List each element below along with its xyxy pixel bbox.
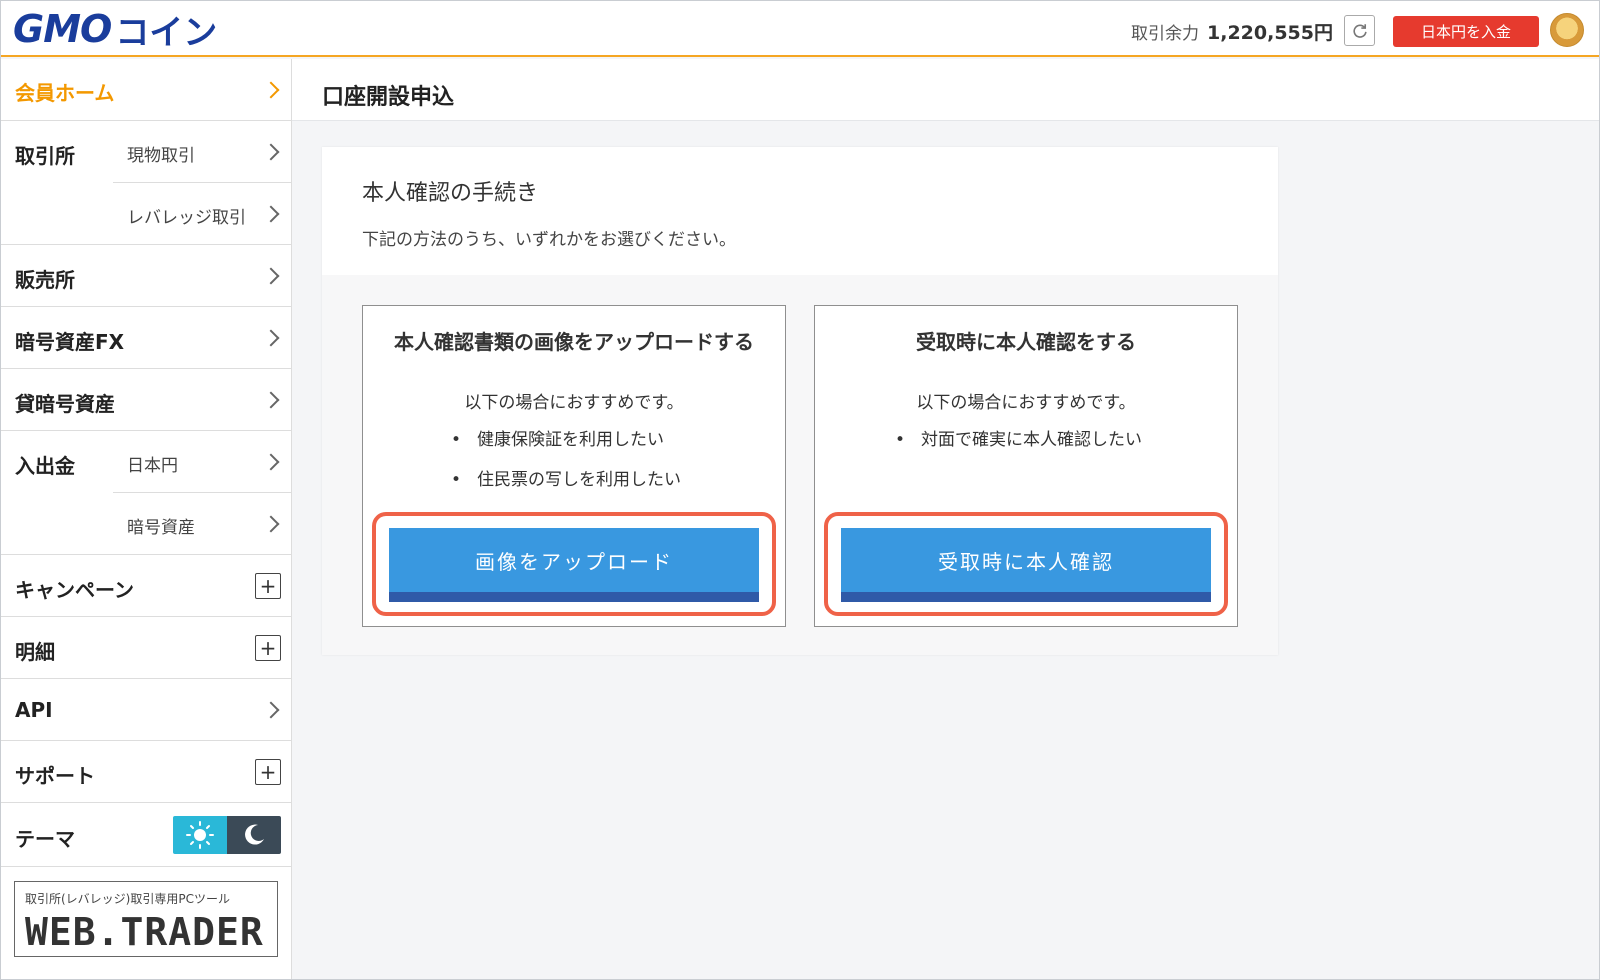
list-item: 対面で確実に本人確認したい	[895, 420, 1142, 460]
theme-toggle[interactable]	[173, 816, 281, 854]
sidebar-item-label: 会員ホーム	[15, 81, 115, 105]
main-content: 口座開設申込 本人確認の手続き 下記の方法のうち、いずれかをお選びください。 本…	[292, 59, 1599, 979]
top-header: GMO コイン 取引余力 1,220,555円 日本円を入金	[1, 1, 1599, 57]
app-window: GMO コイン 取引余力 1,220,555円 日本円を入金 会員ホーム 取引所…	[0, 0, 1600, 980]
option-title: 受取時に本人確認をする	[916, 330, 1136, 354]
balance-value: 1,220,555円	[1207, 22, 1333, 44]
dark-theme-option[interactable]	[227, 816, 281, 854]
light-theme-option[interactable]	[173, 816, 227, 854]
sidebar-item-label: テーマ	[15, 827, 75, 851]
balance-display: 取引余力 1,220,555円	[1131, 18, 1333, 45]
page-title: 口座開設申込	[322, 85, 455, 110]
list-item: 健康保険証を利用したい	[451, 420, 681, 460]
sidebar-nav: 会員ホーム 取引所 現物取引 レバレッジ取引 販売所 暗号資産FX 貸暗号資産	[1, 59, 292, 979]
list-item: 住民票の写しを利用したい	[451, 460, 681, 500]
chevron-right-icon	[262, 329, 280, 347]
sidebar-item-statement[interactable]: 明細 +	[1, 617, 291, 679]
option-bullet-list: 対面で確実に本人確認したい	[895, 420, 1142, 460]
card-header: 本人確認の手続き 下記の方法のうち、いずれかをお選びください。	[322, 147, 1278, 275]
sidebar-group-label: 入出金	[15, 454, 75, 478]
option-upload: 本人確認書類の画像をアップロードする 以下の場合におすすめです。 健康保険証を利…	[362, 305, 786, 627]
sidebar-item-jpy[interactable]: 日本円	[113, 431, 291, 493]
webtrader-banner[interactable]: 取引所(レバレッジ)取引専用PCツール WEB.TRADER	[14, 881, 278, 957]
card-options: 本人確認書類の画像をアップロードする 以下の場合におすすめです。 健康保険証を利…	[322, 275, 1278, 655]
upload-image-button[interactable]: 画像をアップロード	[389, 528, 759, 602]
expand-plus-icon[interactable]: +	[255, 635, 281, 661]
sun-icon	[186, 821, 214, 849]
expand-plus-icon[interactable]: +	[255, 759, 281, 785]
option-bullet-list: 健康保険証を利用したい 住民票の写しを利用したい	[451, 420, 681, 500]
user-avatar[interactable]	[1550, 13, 1584, 47]
sidebar-item-label: 暗号資産	[127, 518, 195, 538]
webtrader-caption: 取引所(レバレッジ)取引専用PCツール	[25, 892, 230, 906]
sidebar-item-support[interactable]: サポート +	[1, 741, 291, 803]
verify-on-receipt-button[interactable]: 受取時に本人確認	[841, 528, 1211, 602]
refresh-icon	[1352, 23, 1367, 38]
page-title-bar: 口座開設申込	[292, 59, 1599, 121]
sidebar-item-label: サポート	[15, 764, 95, 788]
sidebar-item-label: 販売所	[15, 268, 75, 292]
sidebar-item-campaign[interactable]: キャンペーン +	[1, 555, 291, 617]
sidebar-group-label: 取引所	[15, 144, 75, 168]
sidebar-group-exchange: 取引所 現物取引 レバレッジ取引	[1, 121, 291, 245]
sidebar-item-label: 明細	[15, 640, 55, 664]
deposit-jpy-button[interactable]: 日本円を入金	[1393, 16, 1539, 47]
sidebar-item-sales[interactable]: 販売所	[1, 245, 291, 307]
option-verify-on-receipt: 受取時に本人確認をする 以下の場合におすすめです。 対面で確実に本人確認したい …	[814, 305, 1238, 627]
chevron-right-icon	[262, 267, 280, 285]
sidebar-item-label: API	[15, 698, 53, 722]
option-lead: 以下の場合におすすめです。	[464, 393, 684, 413]
sidebar-item-label: 暗号資産FX	[15, 330, 125, 354]
webtrader-logo: WEB.TRADER	[25, 910, 264, 954]
sidebar-item-lending[interactable]: 貸暗号資産	[1, 369, 291, 431]
chevron-right-icon	[262, 701, 280, 719]
chevron-right-icon	[262, 205, 280, 223]
chevron-right-icon	[262, 391, 280, 409]
chevron-right-icon	[262, 143, 280, 161]
sidebar-item-spot[interactable]: 現物取引	[113, 121, 291, 183]
option-lead: 以下の場合におすすめです。	[916, 393, 1136, 413]
balance-label: 取引余力	[1131, 24, 1200, 44]
sidebar-item-label: 現物取引	[127, 146, 195, 166]
sidebar-item-leverage[interactable]: レバレッジ取引	[113, 183, 291, 245]
sidebar-group-inout: 入出金 日本円 暗号資産	[1, 431, 291, 555]
sidebar-item-label: 貸暗号資産	[15, 392, 115, 416]
sidebar-item-label: 日本円	[127, 456, 178, 476]
refresh-button[interactable]	[1344, 15, 1375, 46]
expand-plus-icon[interactable]: +	[255, 573, 281, 599]
chevron-right-icon	[262, 81, 280, 99]
identity-verification-card: 本人確認の手続き 下記の方法のうち、いずれかをお選びください。 本人確認書類の画…	[322, 147, 1278, 655]
logo-latin: GMO	[13, 7, 112, 51]
sidebar-item-theme: テーマ	[1, 803, 291, 867]
sidebar-item-api[interactable]: API	[1, 679, 291, 741]
gmo-coin-logo[interactable]: GMO コイン	[13, 7, 218, 53]
sidebar-item-label: レバレッジ取引	[127, 208, 246, 228]
option-title: 本人確認書類の画像をアップロードする	[394, 330, 754, 354]
card-description: 下記の方法のうち、いずれかをお選びください。	[362, 230, 736, 250]
chevron-right-icon	[262, 453, 280, 471]
sidebar-item-home[interactable]: 会員ホーム	[1, 59, 291, 121]
card-title: 本人確認の手続き	[362, 181, 539, 206]
chevron-right-icon	[262, 515, 280, 533]
sidebar-item-fx[interactable]: 暗号資産FX	[1, 307, 291, 369]
sidebar-item-label: キャンペーン	[15, 578, 134, 602]
logo-kana: コイン	[115, 12, 218, 53]
moon-icon	[245, 824, 264, 845]
sidebar-item-crypto[interactable]: 暗号資産	[113, 493, 291, 555]
